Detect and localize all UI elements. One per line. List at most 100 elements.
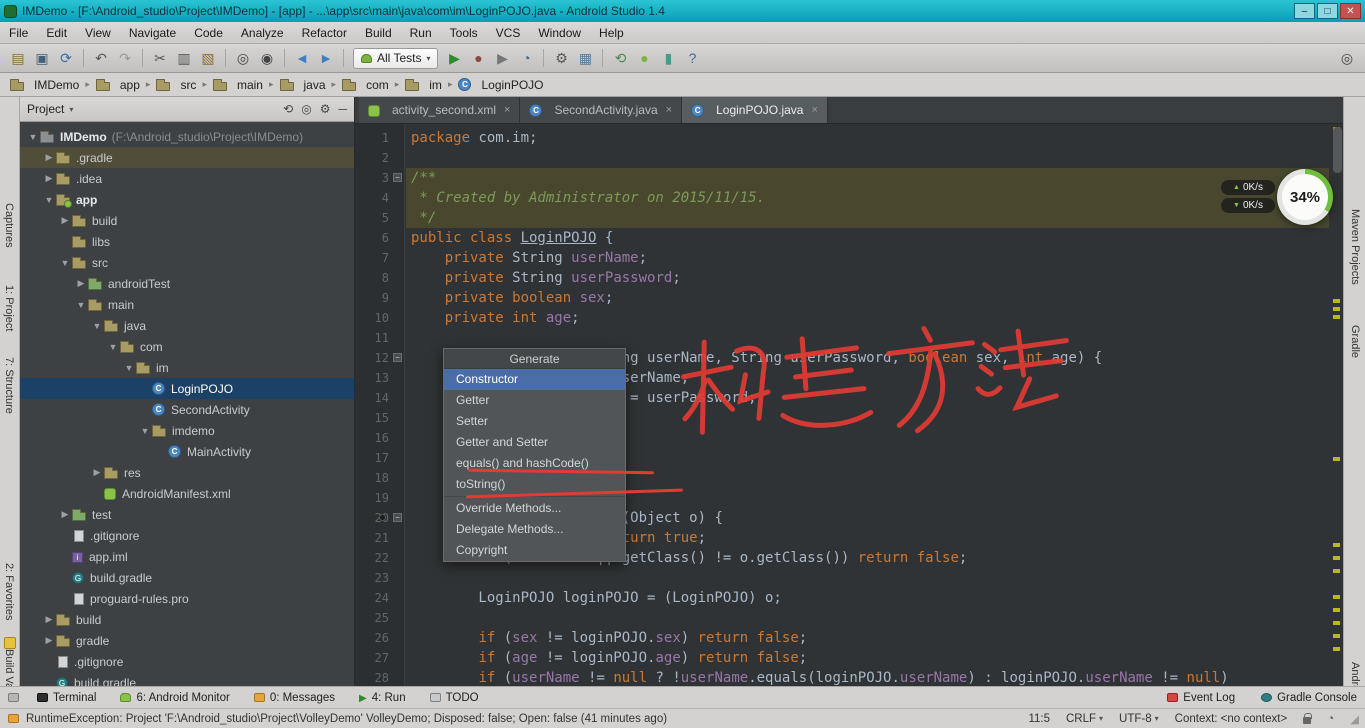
tree-item-imdemo[interactable]: ▼ IMDemo (F:\Android_studio\Project\IMDem… (20, 126, 354, 147)
generate-item-setter[interactable]: Setter (444, 411, 625, 432)
fold-marker-icon[interactable]: − (393, 353, 402, 362)
error-stripe-mark[interactable] (1333, 621, 1340, 625)
tool-button-terminal[interactable]: Terminal (37, 692, 96, 704)
tree-item--idea[interactable]: ▶ .idea (20, 168, 354, 189)
tree-item-imdemo[interactable]: ▼ imdemo (20, 420, 354, 441)
maximize-button[interactable]: □ (1317, 3, 1338, 19)
search-icon[interactable]: ◎ (1335, 47, 1359, 69)
menu-window[interactable]: Window (529, 22, 590, 44)
error-stripe-mark[interactable] (1333, 299, 1340, 303)
tree-item-com[interactable]: ▼ com (20, 336, 354, 357)
menu-edit[interactable]: Edit (37, 22, 76, 44)
replace-icon[interactable]: ◉ (255, 47, 279, 69)
close-tab-icon[interactable]: × (666, 104, 672, 116)
close-tab-icon[interactable]: × (811, 104, 817, 116)
error-stripe-mark[interactable] (1333, 608, 1340, 612)
resize-grip[interactable]: ◢ (1350, 712, 1359, 726)
collapsed-arrow-icon[interactable]: ▶ (42, 635, 56, 646)
menu-help[interactable]: Help (590, 22, 633, 44)
menu-view[interactable]: View (76, 22, 120, 44)
breadcrumb-src[interactable]: src (154, 78, 198, 92)
save-all-icon[interactable]: ▣ (30, 47, 54, 69)
scroll-to-source-icon[interactable]: ◎ (301, 102, 311, 116)
tree-item-build[interactable]: ▶ build (20, 609, 354, 630)
tree-item-im[interactable]: ▼ im (20, 357, 354, 378)
tree-item-secondactivity[interactable]: C SecondActivity (20, 399, 354, 420)
debug-icon[interactable]: ● (466, 47, 490, 69)
run-configuration-selector[interactable]: All Tests ▾ (353, 47, 439, 69)
tool-button-4--run[interactable]: ▶ 4: Run (359, 692, 406, 705)
tree-item-build-gradle[interactable]: Gbuild.gradle (20, 567, 354, 588)
tree-item-main[interactable]: ▼ main (20, 294, 354, 315)
generate-item-delegate-methods---[interactable]: Delegate Methods... (444, 519, 625, 540)
breadcrumb-main[interactable]: main (211, 78, 265, 92)
project-panel-title[interactable]: Project (27, 102, 64, 116)
error-stripe-mark[interactable] (1333, 543, 1340, 547)
tool-button-gradle-console[interactable]: Gradle Console (1261, 692, 1357, 704)
sync-gradle-icon[interactable]: ⟲ (608, 47, 632, 69)
tree-item-androidmanifest-xml[interactable]: AndroidManifest.xml (20, 483, 354, 504)
menu-vcs[interactable]: VCS (487, 22, 530, 44)
tool-strip-captures[interactable]: Captures (3, 203, 15, 248)
sdk-manager-icon[interactable]: ● (632, 47, 656, 69)
breadcrumb-loginpojo[interactable]: C LoginPOJO (456, 78, 545, 92)
error-stripe-mark[interactable] (1333, 556, 1340, 560)
notification-icon[interactable] (8, 714, 19, 723)
synchronize-icon[interactable]: ⟳ (54, 47, 78, 69)
expanded-arrow-icon[interactable]: ▼ (138, 426, 152, 436)
tool-strip-gradle[interactable]: Gradle (1349, 325, 1361, 358)
tree-item-java[interactable]: ▼ java (20, 315, 354, 336)
encoding-selector[interactable]: UTF-8 ▾ (1119, 713, 1159, 725)
collapsed-arrow-icon[interactable]: ▶ (58, 215, 72, 226)
generate-item-override-methods---[interactable]: Override Methods... (444, 498, 625, 519)
close-button[interactable]: ✕ (1340, 3, 1361, 19)
menu-navigate[interactable]: Navigate (120, 22, 185, 44)
tool-strip----project[interactable]: 1: Project (3, 285, 15, 331)
tree-item-loginpojo[interactable]: C LoginPOJO (20, 378, 354, 399)
tree-item-app-iml[interactable]: i app.iml (20, 546, 354, 567)
error-stripe-mark[interactable] (1333, 315, 1340, 319)
collapsed-arrow-icon[interactable]: ▶ (42, 152, 56, 163)
fold-marker-icon[interactable]: − (393, 513, 402, 522)
expanded-arrow-icon[interactable]: ▼ (26, 132, 40, 142)
breadcrumb-imdemo[interactable]: IMDemo (8, 78, 81, 92)
breadcrumb-app[interactable]: app (94, 78, 142, 92)
hide-panel-icon[interactable]: ─ (338, 102, 347, 116)
tree-item-proguard-rules-pro[interactable]: proguard-rules.pro (20, 588, 354, 609)
tree-item-build-gradle[interactable]: Gbuild.gradle (20, 672, 354, 686)
find-icon[interactable]: ◎ (231, 47, 255, 69)
expanded-arrow-icon[interactable]: ▼ (106, 342, 120, 352)
tree-item-app[interactable]: ▼ app (20, 189, 354, 210)
profiler-icon[interactable]: ◔ (514, 47, 538, 69)
error-stripe-mark[interactable] (1333, 595, 1340, 599)
tree-item-src[interactable]: ▼ src (20, 252, 354, 273)
expanded-arrow-icon[interactable]: ▼ (90, 321, 104, 331)
avd-manager-icon[interactable]: ▮ (656, 47, 680, 69)
tool-button-6--android-monitor[interactable]: 6: Android Monitor (120, 692, 230, 704)
tab-secondactivity-java[interactable]: C SecondActivity.java × (520, 97, 683, 123)
tool-button-todo[interactable]: TODO (429, 692, 479, 704)
tool-strip-maven-projects[interactable]: Maven Projects (1349, 209, 1361, 285)
generate-item-constructor[interactable]: Constructor (444, 369, 625, 390)
editor-scrollbar[interactable] (1333, 127, 1342, 173)
menu-file[interactable]: File (0, 22, 37, 44)
collapsed-arrow-icon[interactable]: ▶ (90, 467, 104, 478)
breadcrumb-java[interactable]: java (278, 78, 328, 92)
cut-icon[interactable]: ✂ (148, 47, 172, 69)
expanded-arrow-icon[interactable]: ▼ (42, 195, 56, 205)
line-separator-selector[interactable]: CRLF ▾ (1066, 713, 1103, 725)
collapsed-arrow-icon[interactable]: ▶ (74, 278, 88, 289)
settings-icon[interactable]: ⚙ (549, 47, 573, 69)
tree-item-gradle[interactable]: ▶ gradle (20, 630, 354, 651)
undo-icon[interactable]: ↶ (89, 47, 113, 69)
tool-strip----favorites[interactable]: 2: Favorites (3, 563, 15, 620)
context-selector[interactable]: Context: <no context> (1175, 713, 1288, 725)
expanded-arrow-icon[interactable]: ▼ (122, 363, 136, 373)
copy-icon[interactable]: ▥ (172, 47, 196, 69)
error-stripe-mark[interactable] (1333, 634, 1340, 638)
tool-window-switcher-icon[interactable] (8, 693, 19, 702)
run-coverage-icon[interactable]: ▶ (490, 47, 514, 69)
error-stripe-mark[interactable] (1333, 569, 1340, 573)
tool-button-0--messages[interactable]: 0: Messages (253, 692, 335, 704)
generate-item-copyright[interactable]: Copyright (444, 540, 625, 561)
